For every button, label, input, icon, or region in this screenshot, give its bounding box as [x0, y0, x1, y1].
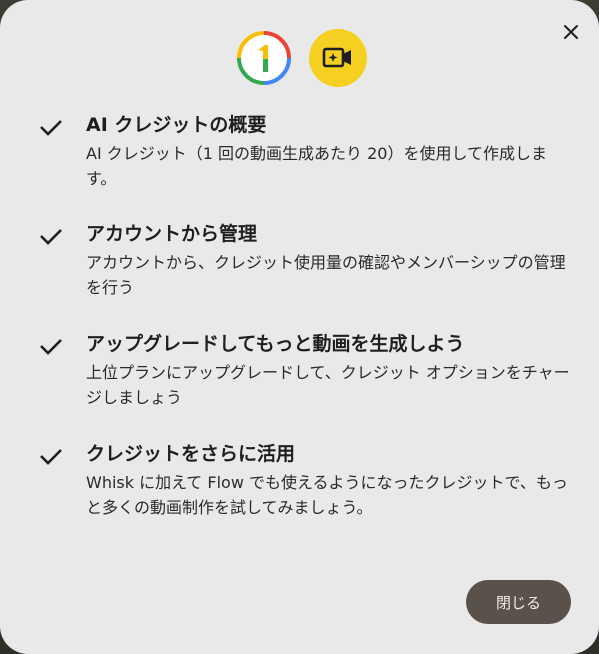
- feature-title: アカウントから管理: [86, 223, 258, 245]
- ai-credits-dialog: AI クレジットの概要 AI クレジット（1 回の動画生成あたり 20）を使用し…: [0, 0, 599, 654]
- google-one-logo: [235, 29, 293, 87]
- feature-description: 上位プランにアップグレードして、クレジット オプションをチャージしましょう: [86, 363, 570, 407]
- check-icon: [40, 120, 62, 136]
- close-button[interactable]: 閉じる: [466, 580, 571, 624]
- video-spark-icon: [309, 29, 367, 87]
- feature-description: AI クレジット（1 回の動画生成あたり 20）を使用して作成します。: [86, 144, 547, 188]
- feature-description: Whisk に加えて Flow でも使えるようになったクレジットで、もっと多くの…: [86, 473, 568, 517]
- feature-title: AI クレジットの概要: [86, 114, 267, 136]
- check-icon: [40, 339, 62, 355]
- check-icon: [40, 229, 62, 245]
- logo-row: [0, 29, 599, 89]
- feature-title: アップグレードしてもっと動画を生成しよう: [86, 333, 465, 355]
- check-icon: [40, 449, 62, 465]
- feature-description: アカウントから、クレジット使用量の確認やメンバーシップの管理を行う: [86, 253, 566, 297]
- feature-title: クレジットをさらに活用: [86, 443, 296, 465]
